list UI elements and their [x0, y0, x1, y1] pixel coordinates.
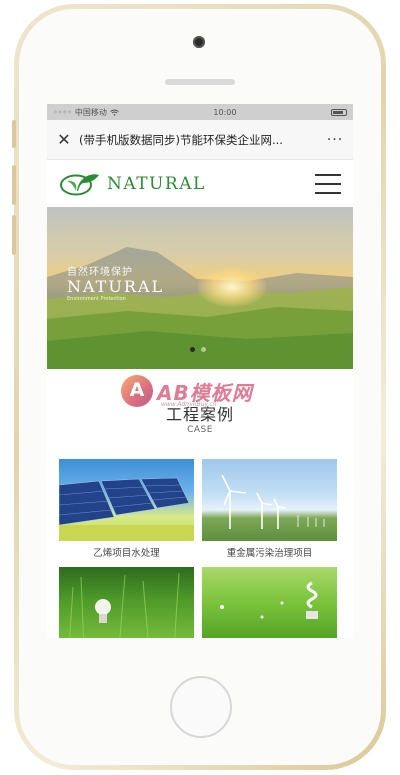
case-card[interactable] [59, 567, 194, 638]
wifi-icon [110, 109, 119, 116]
eco-bulb-grass-image[interactable] [202, 567, 337, 638]
carousel-dots [190, 347, 206, 352]
section-subtitle: CASE [187, 425, 213, 435]
banner-en-text: NATURAL [67, 277, 165, 296]
site-logo[interactable]: NATURAL [59, 171, 206, 197]
banner-sub-text: Environment Protection [67, 296, 126, 302]
sun-glow [197, 267, 267, 307]
close-icon[interactable]: ✕ [53, 130, 75, 149]
hero-banner[interactable]: 自然环境保护 NATURAL Environment Protection [47, 207, 353, 369]
cases-section-header: AB模板网 www.AdminBuy.cn 工程案例 CASE [47, 369, 353, 461]
signal-icon: ◦◦◦◦ [53, 107, 72, 117]
wind-turbines-image[interactable] [202, 459, 337, 541]
banner-cn-text: 自然环境保护 [67, 267, 133, 278]
clock: 10:00 [213, 107, 237, 117]
status-bar: ◦◦◦◦ 中国移动 10:00 [47, 104, 353, 120]
mute-switch [12, 120, 16, 148]
phone-screen: ◦◦◦◦ 中国移动 10:00 ✕ (带手机版数据同步)节能环保类企业网... … [47, 104, 353, 638]
earpiece [165, 79, 235, 85]
home-button[interactable] [170, 676, 232, 738]
volume-up-button [12, 165, 16, 205]
light-bulb-grass-image[interactable] [59, 567, 194, 638]
volume-down-button [12, 215, 16, 255]
case-card[interactable] [202, 567, 337, 638]
banner-caption: 自然环境保护 NATURAL Environment Protection [67, 263, 164, 302]
solar-panels-image[interactable] [59, 459, 194, 541]
site-header: NATURAL [47, 160, 353, 207]
case-label[interactable]: 乙烯项目水处理 [59, 541, 194, 567]
more-options-icon[interactable]: ··· [323, 132, 347, 148]
carousel-dot-2[interactable] [201, 347, 206, 352]
battery-icon [331, 108, 347, 116]
cases-grid: 乙烯项目水处理 重金属污染治理项目 [59, 459, 337, 638]
browser-nav-bar: ✕ (带手机版数据同步)节能环保类企业网... ··· [47, 120, 353, 160]
logo-wordmark: NATURAL [107, 173, 206, 194]
leaf-logo-icon [60, 173, 99, 195]
section-title: 工程案例 [165, 405, 234, 424]
carrier-label: 中国移动 [74, 107, 107, 117]
case-card[interactable]: 乙烯项目水处理 [59, 459, 194, 567]
page-title: (带手机版数据同步)节能环保类企业网... [79, 132, 283, 147]
hamburger-menu-icon[interactable] [315, 173, 341, 194]
case-card[interactable]: 重金属污染治理项目 [202, 459, 337, 567]
front-camera [193, 36, 205, 48]
carousel-dot-1[interactable] [190, 347, 195, 352]
case-label[interactable]: 重金属污染治理项目 [202, 541, 337, 567]
